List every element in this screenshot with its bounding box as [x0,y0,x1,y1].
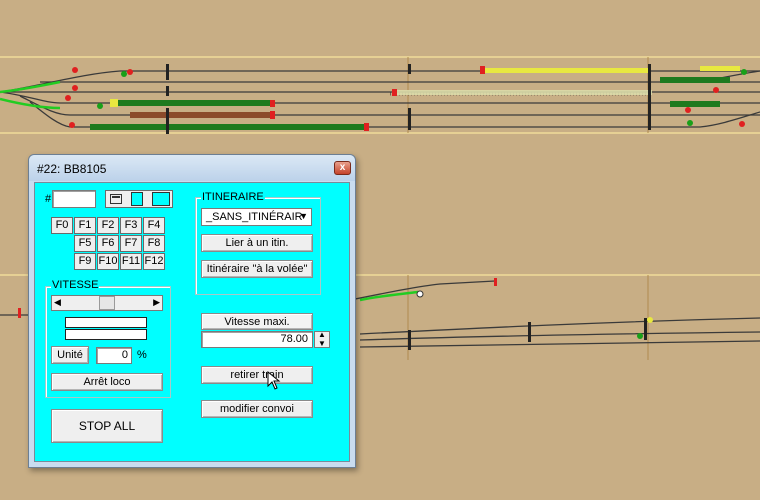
function-f7[interactable]: F7 [120,235,142,252]
itinerary-select[interactable]: _SANS_ITINÉRAIR ▼ [201,208,312,226]
speed-gauge-bottom [65,329,147,340]
itinerary-group-label: ITINERAIRE [201,191,265,203]
remove-train-button[interactable]: retirer train [201,366,313,384]
window-title: #22: BB8105 [37,162,107,176]
itinerary-selected: _SANS_ITINÉRAIR [206,211,303,223]
function-f2[interactable]: F2 [97,217,119,234]
max-speed-input[interactable]: 78.00 [201,331,313,348]
mouse-cursor-icon [267,371,281,390]
spinner-up-icon[interactable]: ▲ [318,330,326,339]
function-f4[interactable]: F4 [143,217,165,234]
function-f12[interactable]: F12 [143,253,165,270]
function-f8[interactable]: F8 [143,235,165,252]
speed-group-label: VITESSE [51,279,100,291]
address-input[interactable] [52,190,96,208]
function-f11[interactable]: F11 [120,253,142,270]
unit-button[interactable]: Unité [51,346,89,364]
max-speed-label: Vitesse maxi. [201,313,313,330]
function-f5[interactable]: F5 [74,235,96,252]
speed-gauge-top [65,317,147,328]
function-f6[interactable]: F6 [97,235,119,252]
speed-unit-symbol: % [137,349,147,361]
chevron-down-icon[interactable]: ▼ [299,211,308,221]
function-f0[interactable]: F0 [51,217,73,234]
flying-itinerary-button[interactable]: Itinéraire "à la volée" [201,260,313,278]
speed-slider[interactable]: ◀ ▶ [51,295,163,311]
link-itinerary-button[interactable]: Lier à un itin. [201,234,313,252]
modify-convoy-button[interactable]: modifier convoi [201,400,313,418]
slider-right-arrow-icon[interactable]: ▶ [153,297,160,308]
view-medium-icon[interactable] [131,192,143,206]
close-button[interactable]: x [334,161,351,175]
view-toggle[interactable] [105,190,173,208]
window-titlebar[interactable]: #22: BB8105 x [29,155,355,181]
stop-all-button[interactable]: STOP ALL [51,409,163,443]
locomotive-window: #22: BB8105 x # F0 F1 F2 F3 F4 F5 F6 F7 … [28,154,356,468]
speed-value-field[interactable]: 0 [96,347,132,364]
function-f1[interactable]: F1 [74,217,96,234]
slider-thumb[interactable] [99,296,115,310]
slider-left-arrow-icon[interactable]: ◀ [54,297,61,308]
view-large-icon[interactable] [152,192,170,206]
spinner-down-icon[interactable]: ▼ [318,339,326,348]
stop-loco-button[interactable]: Arrêt loco [51,373,163,391]
function-f9[interactable]: F9 [74,253,96,270]
max-speed-spinner[interactable]: ▲ ▼ [314,330,330,348]
function-f3[interactable]: F3 [120,217,142,234]
function-f10[interactable]: F10 [97,253,119,270]
window-client: # F0 F1 F2 F3 F4 F5 F6 F7 F8 F9 F10 F11 … [34,182,350,462]
view-compact-icon[interactable] [110,194,122,204]
address-label: # [45,193,52,205]
